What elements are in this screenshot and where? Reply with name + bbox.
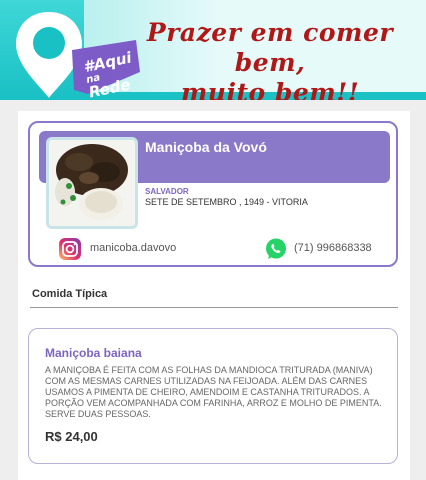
logo-text: #Aqui na Rede: [82, 48, 138, 100]
dish-price: R$ 24,00: [45, 429, 98, 444]
main-content: Maniçoba da Vovó SALVADOR SETE DE SETEMB…: [18, 111, 410, 480]
instagram-icon[interactable]: [58, 237, 82, 261]
tagline: Prazer em comer bem, muito bem!!: [120, 18, 420, 100]
tagline-line-2: muito bem!!: [180, 78, 360, 100]
dish-photo-image: [49, 140, 135, 226]
business-address: SETE DE SETEMBRO , 1949 - VITORIA: [145, 197, 308, 207]
business-photo[interactable]: [46, 137, 138, 229]
section-title: Comida Típica: [32, 288, 108, 300]
section-divider: [30, 307, 398, 308]
dish-card[interactable]: Maniçoba baiana A MANIÇOBA É FEITA COM A…: [28, 328, 398, 464]
business-city: SALVADOR: [145, 187, 189, 196]
dish-description: A MANIÇOBA É FEITA COM AS FOLHAS DA MAND…: [45, 365, 382, 419]
phone-number[interactable]: (71) 996868338: [294, 242, 372, 254]
header-banner: Prazer em comer bem, muito bem!! #Aqui n…: [0, 0, 426, 100]
tagline-line-1: Prazer em comer bem,: [146, 18, 394, 77]
aqui-na-rede-logo[interactable]: #Aqui na Rede: [14, 10, 144, 100]
business-card: Maniçoba da Vovó SALVADOR SETE DE SETEMB…: [28, 121, 398, 267]
business-name: Maniçoba da Vovó: [145, 139, 267, 155]
whatsapp-icon[interactable]: [264, 237, 288, 261]
instagram-handle[interactable]: manicoba.davovo: [90, 242, 176, 254]
dish-name: Maniçoba baiana: [45, 346, 142, 360]
